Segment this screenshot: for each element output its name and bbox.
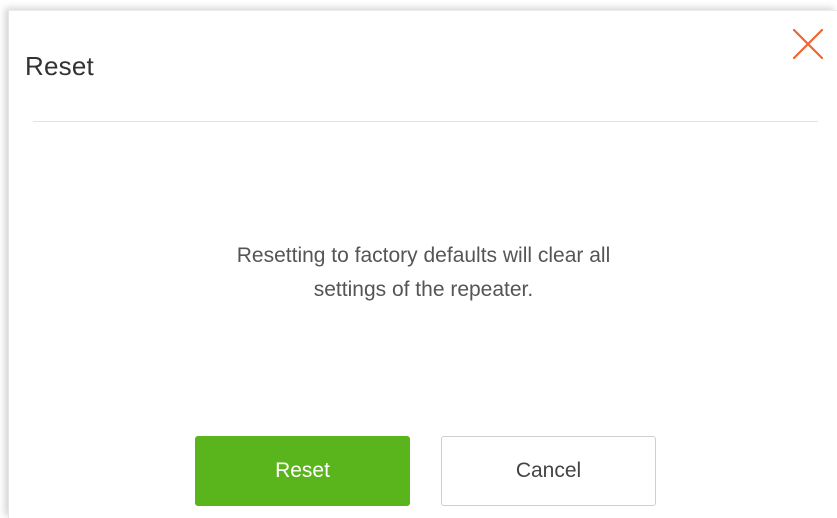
header-divider xyxy=(33,121,818,122)
reset-button[interactable]: Reset xyxy=(195,436,410,506)
reset-warning-message: Resetting to factory defaults will clear… xyxy=(9,239,837,307)
close-icon xyxy=(792,28,824,60)
message-line-2: settings of the repeater. xyxy=(313,278,534,301)
cancel-button[interactable]: Cancel xyxy=(441,436,656,506)
close-button[interactable] xyxy=(791,27,825,61)
dialog-title: Reset xyxy=(25,51,94,81)
reset-dialog: Reset Resetting to factory defaults will… xyxy=(8,10,837,518)
message-line-1: Resetting to factory defaults will clear… xyxy=(236,244,611,267)
